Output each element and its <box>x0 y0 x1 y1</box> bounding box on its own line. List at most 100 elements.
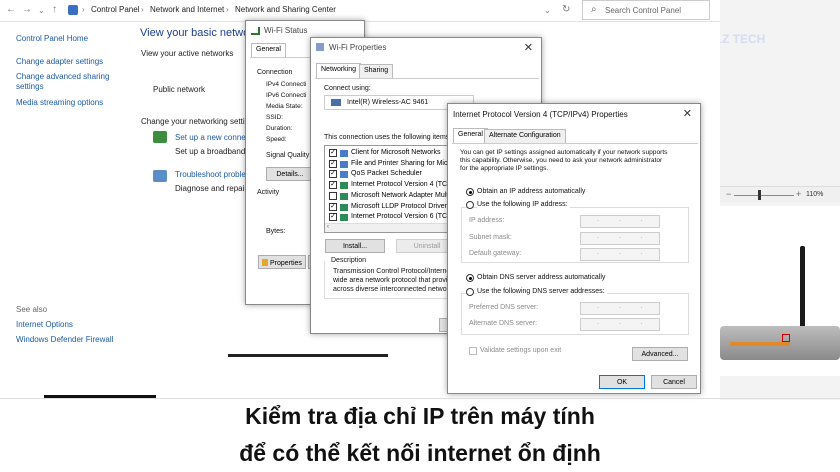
auto-ip-radio[interactable] <box>466 188 474 196</box>
item-label: Microsoft LLDP Protocol Driver <box>351 202 447 210</box>
ipv4-connectivity-label: IPv4 Connecti <box>266 81 307 88</box>
intro-text: this capability. Otherwise, you need to … <box>460 157 663 164</box>
item-label: Internet Protocol Version 4 (TCP <box>351 181 452 189</box>
close-icon[interactable]: ✕ <box>683 107 692 120</box>
item-label: Microsoft Network Adapter Multi <box>351 191 450 199</box>
breadcrumb-network-internet[interactable]: Network and Internet <box>150 5 224 14</box>
control-panel-icon <box>68 5 78 15</box>
preferred-dns-field: . . . <box>580 302 660 315</box>
manual-dns-label[interactable]: Use the following DNS server addresses: <box>477 288 607 295</box>
item-checkbox[interactable]: ✓ <box>329 213 337 222</box>
tab-sharing[interactable]: Sharing <box>359 64 394 78</box>
auto-dns-radio[interactable] <box>466 274 474 282</box>
sidebar-change-adapter[interactable]: Change adapter settings <box>16 57 103 66</box>
ipv6-connectivity-label: IPv6 Connecti <box>266 92 307 99</box>
bytes-label: Bytes: <box>266 228 286 235</box>
connect-using-label: Connect using: <box>324 85 371 92</box>
chevron-down-icon[interactable]: ⌄ <box>38 6 45 15</box>
item-label: Client for Microsoft Networks <box>351 149 441 156</box>
search-input[interactable]: ⌕ Search Control Panel <box>582 0 710 20</box>
description-line: across diverse interconnected networ <box>333 286 449 293</box>
router-photo <box>720 206 840 376</box>
protocol-icon <box>340 150 348 157</box>
tab-general[interactable]: General <box>453 128 488 143</box>
sidebar-media-streaming[interactable]: Media streaming options <box>16 98 103 107</box>
item-checkbox[interactable]: ✓ <box>329 181 337 190</box>
address-bar: ← → ⌄ ↑ › Control Panel › Network and In… <box>0 0 720 22</box>
firewall-link[interactable]: Windows Defender Firewall <box>16 335 113 344</box>
item-checkbox[interactable]: ✓ <box>329 149 337 157</box>
taskbar-strip <box>228 354 388 357</box>
properties-button[interactable]: Properties <box>258 255 306 269</box>
tab-networking[interactable]: Networking <box>316 63 362 78</box>
public-network-label: Public network <box>153 85 206 94</box>
item-checkbox[interactable] <box>329 191 337 200</box>
item-checkbox[interactable]: ✓ <box>329 170 337 179</box>
ssid-label: SSID: <box>266 114 283 121</box>
troubleshoot-icon <box>153 170 167 182</box>
speed-label: Speed: <box>266 136 287 143</box>
refresh-icon[interactable]: ↻ <box>562 4 570 15</box>
change-settings-label: Change your networking settin <box>141 117 250 126</box>
protocol-icon <box>340 192 348 200</box>
protocol-icon <box>340 214 348 222</box>
ip-address-field: . . . <box>580 215 660 228</box>
wifi-signal-icon <box>251 27 260 35</box>
zoom-level: 110% <box>806 191 824 198</box>
intro-text: for the appropriate IP settings. <box>460 165 549 172</box>
advanced-button[interactable]: Advanced... <box>632 347 688 361</box>
details-button[interactable]: Details... <box>266 167 314 181</box>
caption-line-2: để có thể kết nối internet ổn định <box>239 440 601 466</box>
validate-label: Validate settings upon exit <box>480 347 562 354</box>
breadcrumb-sharing-center[interactable]: Network and Sharing Center <box>235 5 336 14</box>
item-checkbox[interactable]: ✓ <box>329 159 337 168</box>
wifi-properties-titlebar: Wi-Fi Properties ✕ <box>311 38 541 58</box>
up-arrow-icon[interactable]: ↑ <box>52 4 57 15</box>
manual-dns-radio[interactable] <box>466 288 474 296</box>
manual-ip-label[interactable]: Use the following IP address: <box>477 201 570 208</box>
signal-quality-label: Signal Quality: <box>266 152 312 159</box>
setup-connection-link[interactable]: Set up a new connec <box>175 133 250 142</box>
adapter-icon <box>331 99 341 106</box>
item-checkbox[interactable]: ✓ <box>329 202 337 211</box>
protocol-icon <box>340 182 348 190</box>
search-icon: ⌕ <box>591 4 597 15</box>
setup-connection-desc: Set up a broadband, <box>175 147 248 156</box>
close-icon[interactable]: ✕ <box>524 41 533 54</box>
divider-line <box>0 398 840 399</box>
item-label: QoS Packet Scheduler <box>351 170 422 178</box>
duration-label: Duration: <box>266 125 293 132</box>
default-gateway-field: . . . <box>580 248 660 261</box>
uses-items-label: This connection uses the following items <box>324 134 450 141</box>
forward-arrow-icon[interactable]: → <box>22 4 32 15</box>
subnet-mask-field: . . . <box>580 232 660 245</box>
intro-text: You can get IP settings assigned automat… <box>460 149 668 156</box>
protocol-icon <box>340 171 348 179</box>
install-button[interactable]: Install... <box>325 239 385 253</box>
alternate-dns-label: Alternate DNS server: <box>469 320 538 327</box>
cancel-button[interactable]: Cancel <box>651 375 697 389</box>
breadcrumb-control-panel[interactable]: Control Panel <box>91 5 139 14</box>
ipv4-titlebar: Internet Protocol Version 4 (TCP/IPv4) P… <box>448 104 700 124</box>
subnet-mask-label: Subnet mask: <box>469 234 512 241</box>
internet-options-link[interactable]: Internet Options <box>16 320 73 329</box>
sidebar-home-link[interactable]: Control Panel Home <box>16 34 88 43</box>
auto-ip-label[interactable]: Obtain an IP address automatically <box>477 188 585 195</box>
ok-button[interactable]: OK <box>599 375 645 389</box>
tab-alternate-configuration[interactable]: Alternate Configuration <box>484 129 566 143</box>
troubleshoot-link[interactable]: Troubleshoot proble <box>175 170 246 179</box>
tab-general[interactable]: General <box>251 43 286 58</box>
auto-dns-label[interactable]: Obtain DNS server address automatically <box>477 274 605 281</box>
new-connection-icon <box>153 131 167 143</box>
protocol-icon <box>340 203 348 211</box>
sidebar-advanced-sharing[interactable]: Change advanced sharing settings <box>16 72 116 92</box>
dropdown-icon[interactable]: ⌄ <box>544 6 551 15</box>
connection-label: Connection <box>257 69 293 76</box>
manual-ip-radio[interactable] <box>466 201 474 209</box>
zoom-thumb[interactable] <box>758 190 761 200</box>
page-title: View your basic networ <box>140 27 253 39</box>
network-icon <box>316 43 324 51</box>
back-arrow-icon[interactable]: ← <box>6 4 16 15</box>
alternate-dns-field: . . . <box>580 318 660 331</box>
photo-bottom-edge <box>44 395 156 398</box>
